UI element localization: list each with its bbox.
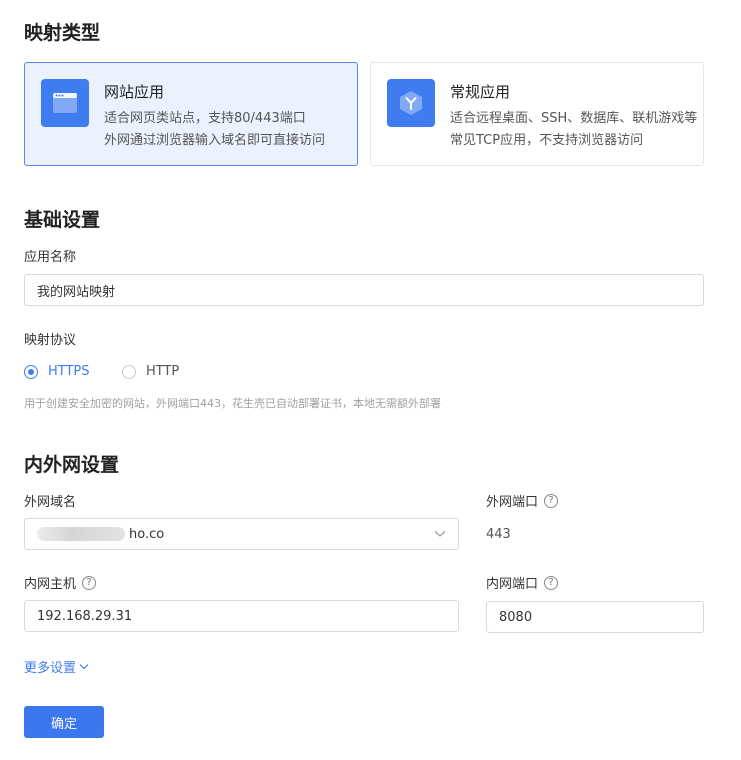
chevron-down-icon xyxy=(434,527,446,542)
app-hexagon-icon xyxy=(387,79,435,127)
card-general-app[interactable]: 常规应用 适合远程桌面、SSH、数据库、联机游戏等常见TCP应用，不支持浏览器访… xyxy=(370,62,704,166)
internal-host-label: 内网主机 ? xyxy=(24,573,97,592)
card-website-app[interactable]: 网站应用 适合网页类站点，支持80/443端口 外网通过浏览器输入域名即可直接访… xyxy=(24,62,358,166)
section-title-network-settings: 内外网设置 xyxy=(24,454,120,476)
card-description: 适合网页类站点，支持80/443端口 外网通过浏览器输入域名即可直接访问 xyxy=(104,108,354,152)
internal-port-value: 8080 xyxy=(499,609,533,625)
app-name-label: 应用名称 xyxy=(24,246,76,265)
external-domain-suffix: ho.co xyxy=(129,526,165,542)
browser-window-icon xyxy=(41,79,89,127)
radio-http[interactable]: HTTP xyxy=(122,364,179,379)
question-circle-icon[interactable]: ? xyxy=(544,493,559,508)
protocol-hint: 用于创建安全加密的网站，外网端口443，花生壳已自动部署证书，本地无需额外部署 xyxy=(24,397,441,410)
external-port-label-text: 外网端口 xyxy=(486,495,539,510)
external-domain-value: ho.co xyxy=(37,527,164,542)
app-name-input[interactable]: 我的网站映射 xyxy=(24,274,704,306)
internal-host-value: 192.168.29.31 xyxy=(37,608,133,624)
internal-host-input[interactable]: 192.168.29.31 xyxy=(24,600,459,632)
internal-host-label-text: 内网主机 xyxy=(24,577,77,592)
radio-dot xyxy=(122,364,136,379)
internal-port-label: 内网端口 ? xyxy=(486,573,559,592)
external-port-label: 外网端口 ? xyxy=(486,491,559,510)
radio-label-http: HTTP xyxy=(146,364,180,379)
external-domain-label: 外网域名 xyxy=(24,491,76,510)
internal-port-input[interactable]: 8080 xyxy=(486,601,704,633)
protocol-label: 映射协议 xyxy=(24,329,76,348)
app-name-value: 我的网站映射 xyxy=(37,284,116,300)
external-domain-select[interactable]: ho.co xyxy=(24,518,459,550)
question-circle-icon[interactable]: ? xyxy=(544,575,559,590)
confirm-button[interactable]: 确定 xyxy=(24,706,104,738)
radio-https[interactable]: HTTPS xyxy=(24,364,90,379)
radio-label-https: HTTPS xyxy=(48,364,90,379)
card-description: 适合远程桌面、SSH、数据库、联机游戏等常见TCP应用，不支持浏览器访问 xyxy=(450,111,698,148)
more-settings-link[interactable]: 更多设置 xyxy=(24,657,89,676)
protocol-label-text: 映射协议 xyxy=(24,333,77,348)
card-title: 网站应用 xyxy=(104,83,165,101)
external-domain-label-text: 外网域名 xyxy=(24,495,77,510)
radio-dot-checked xyxy=(24,364,38,379)
app-name-label-text: 应用名称 xyxy=(24,250,77,265)
question-circle-icon[interactable]: ? xyxy=(82,575,97,590)
external-port-value: 443 xyxy=(486,527,511,542)
redacted-domain xyxy=(37,527,125,541)
card-description-line-2: 外网通过浏览器输入域名即可直接访问 xyxy=(104,133,326,148)
chevron-down-icon xyxy=(79,659,89,674)
section-title-basic-settings: 基础设置 xyxy=(24,209,101,231)
more-settings-label: 更多设置 xyxy=(24,661,77,676)
card-title: 常规应用 xyxy=(450,83,511,101)
section-title-mapping-type: 映射类型 xyxy=(24,22,101,44)
internal-port-label-text: 内网端口 xyxy=(486,577,539,592)
card-description-line-1: 适合网页类站点，支持80/443端口 xyxy=(104,111,306,126)
